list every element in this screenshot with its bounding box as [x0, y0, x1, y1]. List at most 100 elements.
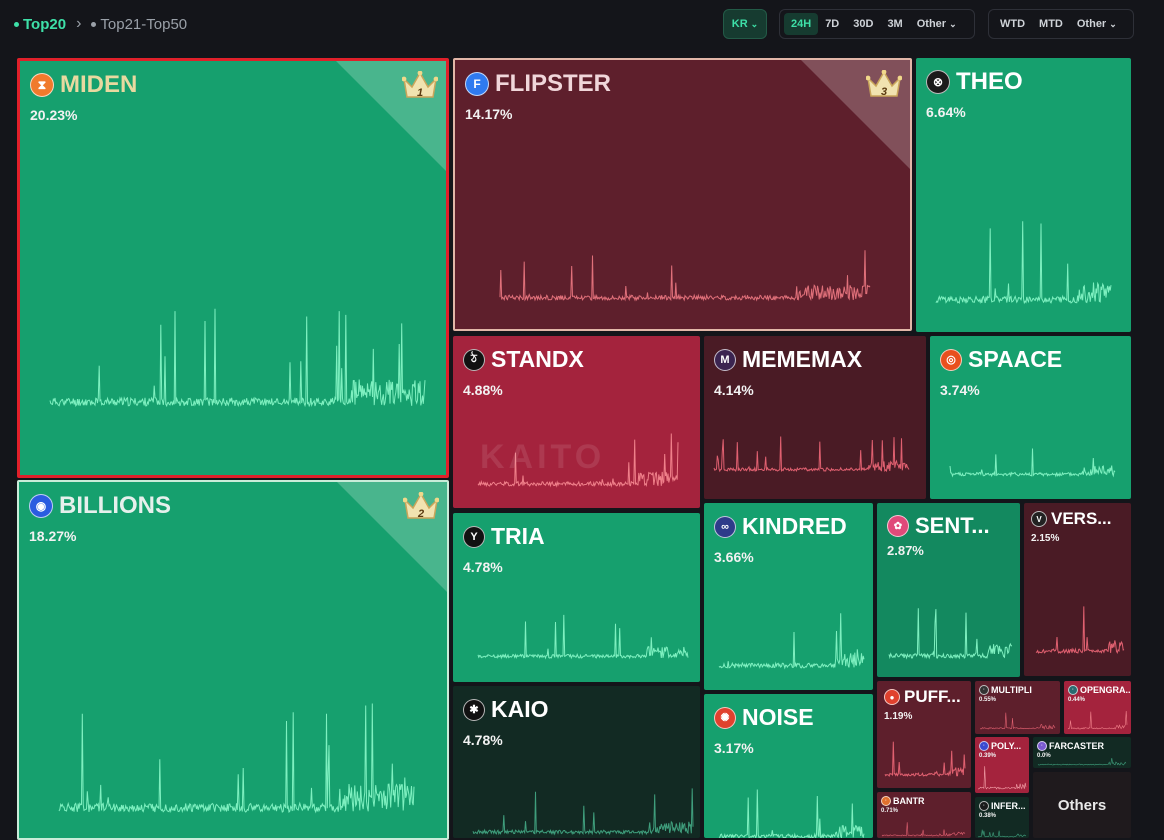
- tile-others[interactable]: Others: [1033, 772, 1131, 838]
- tile-multipli[interactable]: · MULTIPLI 0.55%: [975, 681, 1060, 734]
- tab-top21-top50[interactable]: Top21-Top50: [91, 16, 187, 33]
- tile-mindshare-pct: 2.87%: [887, 543, 924, 558]
- tile-standx[interactable]: ঠ STANDX 4.88%: [453, 336, 700, 508]
- sparkline-path: [49, 308, 426, 408]
- tab-top20[interactable]: Top20: [14, 16, 66, 33]
- tile-mindshare-pct: 20.23%: [30, 107, 78, 123]
- tile-name: · FARCASTER: [1037, 741, 1104, 751]
- sparkline-path: [477, 614, 689, 660]
- period-other-dropdown[interactable]: Other ⌄: [1070, 13, 1124, 35]
- noise-icon: ✺: [714, 706, 736, 729]
- filter-7d[interactable]: 7D: [818, 13, 846, 35]
- sparkline: [49, 308, 426, 408]
- tile-billions[interactable]: 2 ◉ BILLIONS 18.27%: [17, 480, 449, 840]
- filter-other-label: Other: [916, 18, 947, 30]
- tile-mindshare-pct: 3.66%: [714, 549, 754, 565]
- tria-icon: Y: [463, 525, 485, 548]
- tile-noise[interactable]: ✺ NOISE 3.17%: [704, 694, 873, 838]
- tile-poly[interactable]: · POLY... 0.39%: [975, 737, 1029, 793]
- sparkline-path: [977, 829, 1027, 838]
- inactive-dot-icon: [91, 22, 97, 28]
- tile-name: · BANTR: [881, 796, 925, 806]
- tile-name-label: PUFF...: [904, 687, 961, 706]
- filter-wtd[interactable]: WTD: [993, 13, 1032, 35]
- filter-3m[interactable]: 3M: [880, 13, 909, 35]
- sparkline-path: [718, 789, 865, 838]
- tile-farcaster[interactable]: · FARCASTER 0.0%: [1033, 737, 1131, 768]
- infer-icon: ·: [979, 801, 989, 811]
- tile-name-label: BILLIONS: [59, 492, 171, 519]
- vers-icon: V: [1031, 511, 1047, 527]
- poly-icon: ·: [979, 741, 989, 751]
- tile-puff[interactable]: ● PUFF... 1.19%: [877, 681, 971, 788]
- sentient-icon: ✿: [887, 515, 909, 537]
- tile-name: Y TRIA: [463, 523, 545, 550]
- tile-name-label: TRIA: [491, 523, 545, 549]
- tile-miden[interactable]: 1 ⧗ MIDEN 20.23%: [17, 58, 449, 478]
- tile-mindshare-pct: 0.55%: [979, 697, 997, 703]
- language-label: KR: [731, 18, 748, 30]
- tile-kindred[interactable]: ∞ KINDRED 3.66%: [704, 503, 873, 690]
- sparkline-path: [888, 608, 1013, 660]
- standx-icon: ঠ: [463, 348, 485, 371]
- tile-name-label: SPAACE: [968, 346, 1063, 372]
- tile-name: · INFER...: [979, 801, 1026, 811]
- tile-name-label: INFER...: [991, 801, 1026, 811]
- filter-other-dropdown[interactable]: Other ⌄: [910, 13, 964, 35]
- rank-number: 1: [416, 87, 424, 99]
- tab-top20-label: Top20: [23, 15, 67, 33]
- tile-name: V VERS...: [1031, 509, 1111, 529]
- tile-mindshare-pct: 0.38%: [979, 813, 997, 819]
- sparkline: [499, 250, 871, 302]
- tile-name-label: KINDRED: [742, 513, 847, 539]
- tile-mememax[interactable]: M MEMEMAX 4.14%: [704, 336, 926, 499]
- chevron-down-icon: ⌄: [949, 19, 957, 29]
- tile-name-label: NOISE: [742, 704, 814, 730]
- tile-name: ● PUFF...: [884, 687, 961, 707]
- tile-vers[interactable]: V VERS... 2.15%: [1024, 503, 1131, 676]
- tile-name-label: MEMEMAX: [742, 346, 863, 372]
- tile-name-label: MULTIPLI: [991, 685, 1032, 695]
- tile-mindshare-pct: 4.78%: [463, 732, 503, 748]
- tile-tria[interactable]: Y TRIA 4.78%: [453, 513, 700, 682]
- hourglass-icon: ⧗: [30, 73, 54, 97]
- tile-name: ◉ BILLIONS: [29, 492, 171, 520]
- tile-bantr[interactable]: · BANTR 0.71%: [877, 792, 971, 838]
- tile-infer[interactable]: · INFER... 0.38%: [975, 797, 1029, 838]
- tab-top21-top50-label: Top21-Top50: [100, 15, 188, 33]
- robot-icon: ◉: [29, 494, 53, 518]
- top-bar: Top20 › Top21-Top50 KR ⌄ 24H 7D 30D 3M Ot…: [0, 0, 1164, 52]
- tile-mindshare-pct: 1.19%: [884, 711, 913, 722]
- sparkline: [935, 221, 1112, 305]
- filter-mtd[interactable]: MTD: [1032, 13, 1070, 35]
- language-dropdown[interactable]: KR ⌄: [723, 9, 767, 39]
- sparkline-path: [935, 221, 1112, 305]
- tile-theo[interactable]: ⊗ THEO 6.64%: [916, 58, 1131, 332]
- tile-mindshare-pct: 4.78%: [463, 559, 503, 575]
- tile-kaio[interactable]: ✱ KAIO 4.78%: [453, 686, 700, 838]
- tile-name: ◎ SPAACE: [940, 346, 1062, 373]
- tile-mindshare-pct: 2.15%: [1031, 533, 1060, 544]
- sparkline-path: [1035, 606, 1125, 655]
- tile-name: ∞ KINDRED: [714, 513, 847, 540]
- tile-flipster[interactable]: 3 F FLIPSTER 14.17%: [453, 58, 912, 331]
- kaio-icon: ✱: [463, 698, 485, 721]
- tile-name-label: BANTR: [893, 796, 925, 806]
- tile-spaace[interactable]: ◎ SPAACE 3.74%: [930, 336, 1131, 499]
- sparkline-path: [949, 448, 1116, 478]
- tile-name: · MULTIPLI: [979, 685, 1032, 695]
- tile-sent[interactable]: ✿ SENT... 2.87%: [877, 503, 1020, 677]
- filter-30d[interactable]: 30D: [846, 13, 880, 35]
- tile-mindshare-pct: 14.17%: [465, 106, 513, 122]
- tile-mindshare-pct: 4.88%: [463, 382, 503, 398]
- farcaster-icon: ·: [1037, 741, 1047, 751]
- tile-name: ✺ NOISE: [714, 704, 814, 731]
- tile-opengra[interactable]: · OPENGRA... 0.44%: [1064, 681, 1131, 734]
- filter-24h[interactable]: 24H: [784, 13, 819, 35]
- tile-name-label: FLIPSTER: [495, 70, 612, 97]
- kaito-watermark: KAITO: [480, 438, 606, 476]
- active-dot-icon: [14, 22, 19, 28]
- flipster-f-icon: F: [465, 72, 489, 96]
- tile-name-label: SENT...: [915, 513, 990, 538]
- sparkline-path: [472, 788, 694, 836]
